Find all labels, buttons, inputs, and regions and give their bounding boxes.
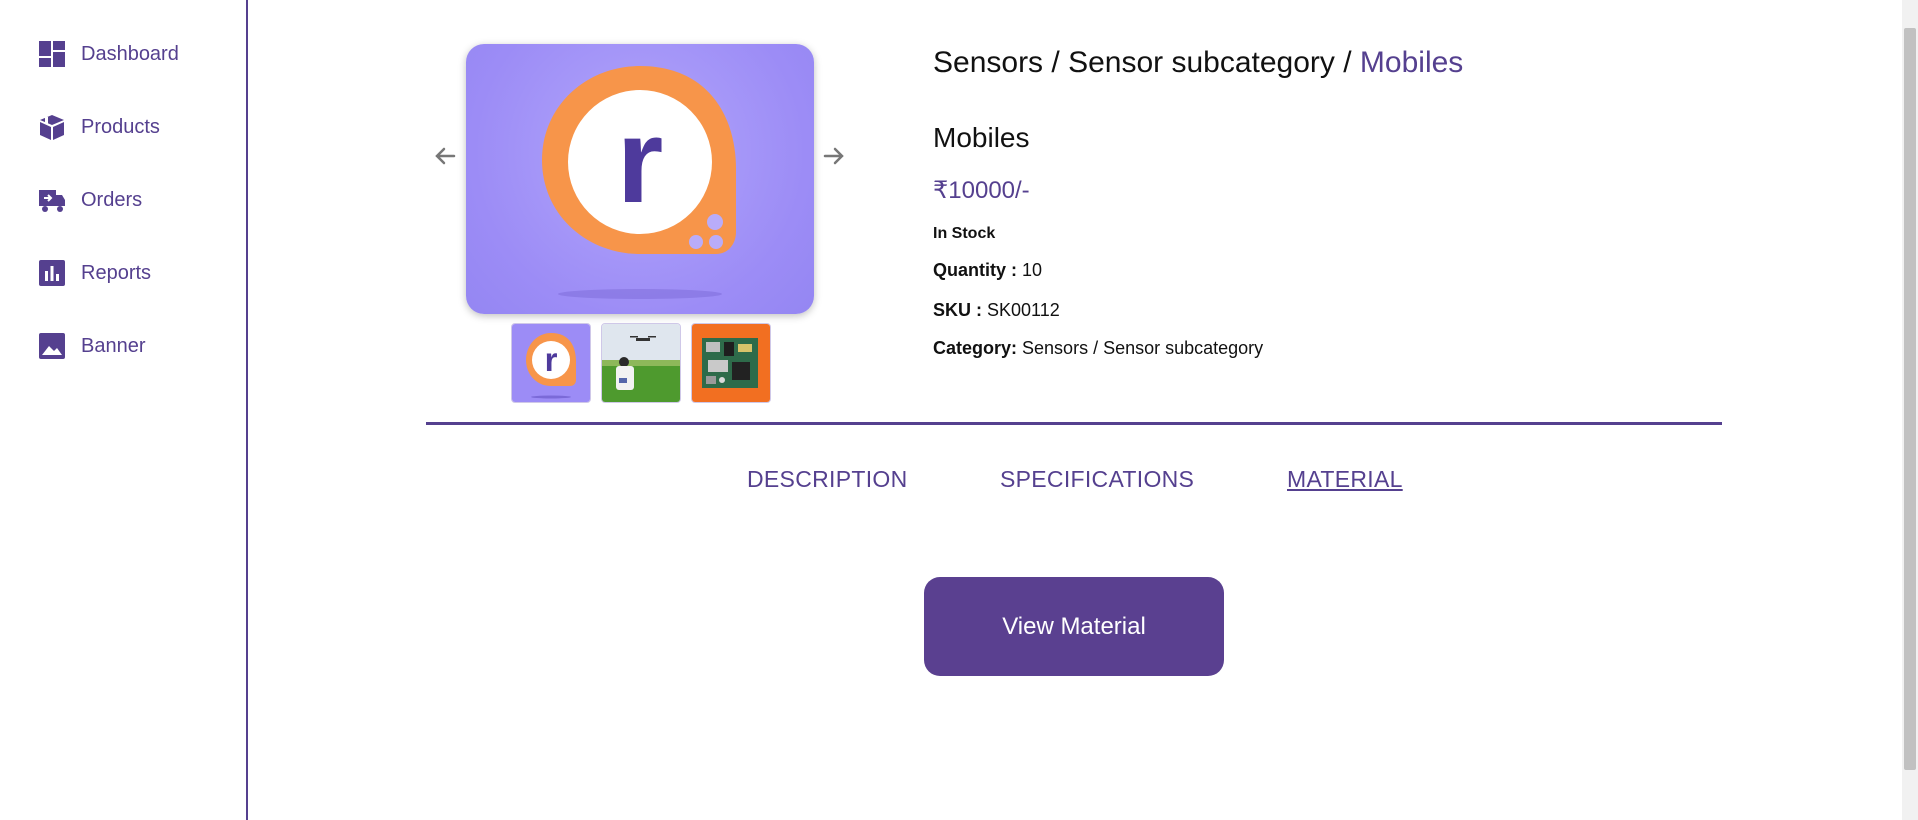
thumbnail-drone-field[interactable] xyxy=(601,323,681,403)
sidebar-item-label: Reports xyxy=(81,261,152,284)
product-title: Mobiles xyxy=(933,122,1030,153)
category-value: Sensors / Sensor subcategory xyxy=(1022,338,1264,358)
sidebar: Dashboard Products Orders Reports Banner xyxy=(0,0,248,820)
previous-image-arrow[interactable] xyxy=(432,143,458,169)
scrollbar-thumb[interactable] xyxy=(1904,28,1916,770)
sidebar-item-banner[interactable]: Banner xyxy=(38,330,146,362)
sidebar-item-dashboard[interactable]: Dashboard xyxy=(38,38,179,70)
breadcrumb-separator: / xyxy=(1043,46,1069,79)
r-logo-thumbnail-image: r xyxy=(512,324,590,402)
quantity-label: Quantity : xyxy=(933,260,1017,280)
breadcrumb: Sensors / Sensor subcategory / Mobiles xyxy=(933,46,1463,80)
next-image-arrow[interactable] xyxy=(821,143,847,169)
sidebar-item-label: Banner xyxy=(81,334,146,357)
sku-value: SK00112 xyxy=(987,300,1060,320)
tab-description[interactable]: DESCRIPTION xyxy=(747,466,907,493)
box-icon xyxy=(38,113,66,141)
sku-label: SKU : xyxy=(933,300,982,320)
sku-row: SKU : SK00112 xyxy=(933,300,1060,321)
arrow-left-icon xyxy=(435,147,456,165)
breadcrumb-current: Mobiles xyxy=(1359,46,1464,79)
bar-chart-icon xyxy=(38,259,66,287)
quantity-value: 10 xyxy=(1022,260,1043,280)
dashboard-icon xyxy=(38,40,66,68)
category-row: Category: Sensors / Sensor subcategory xyxy=(933,338,1263,359)
tab-material[interactable]: MATERIAL xyxy=(1287,466,1403,493)
svg-text:r: r xyxy=(617,94,664,228)
arrow-right-icon xyxy=(823,147,844,165)
quantity-row: Quantity : 10 xyxy=(933,260,1042,281)
scrollbar-track[interactable] xyxy=(1902,0,1918,820)
sidebar-item-orders[interactable]: Orders xyxy=(38,184,142,216)
breadcrumb-separator: / xyxy=(1334,46,1360,79)
drone-field-photo xyxy=(602,324,680,402)
sidebar-item-reports[interactable]: Reports xyxy=(38,257,151,289)
sidebar-item-label: Orders xyxy=(81,188,143,211)
product-main-image[interactable]: r xyxy=(466,44,814,314)
sidebar-item-products[interactable]: Products xyxy=(38,111,160,143)
thumbnail-r-logo[interactable]: r xyxy=(511,323,591,403)
category-label: Category: xyxy=(933,338,1018,358)
truck-icon xyxy=(38,186,66,214)
sidebar-item-label: Products xyxy=(81,115,160,138)
r-logo-image: r xyxy=(542,66,736,299)
svg-text:r: r xyxy=(545,341,558,378)
section-divider xyxy=(426,422,1722,425)
product-price: ₹10000/- xyxy=(933,177,1030,204)
breadcrumb-category[interactable]: Sensors xyxy=(933,46,1043,79)
breadcrumb-subcategory[interactable]: Sensor subcategory xyxy=(1068,46,1335,79)
thumbnail-circuit-board[interactable] xyxy=(691,323,771,403)
circuit-board-photo xyxy=(692,324,770,402)
view-material-button[interactable]: View Material xyxy=(924,577,1224,676)
image-icon xyxy=(38,332,66,360)
tab-specifications[interactable]: SPECIFICATIONS xyxy=(1000,466,1194,493)
sidebar-item-label: Dashboard xyxy=(81,42,179,65)
stock-status: In Stock xyxy=(933,225,996,242)
